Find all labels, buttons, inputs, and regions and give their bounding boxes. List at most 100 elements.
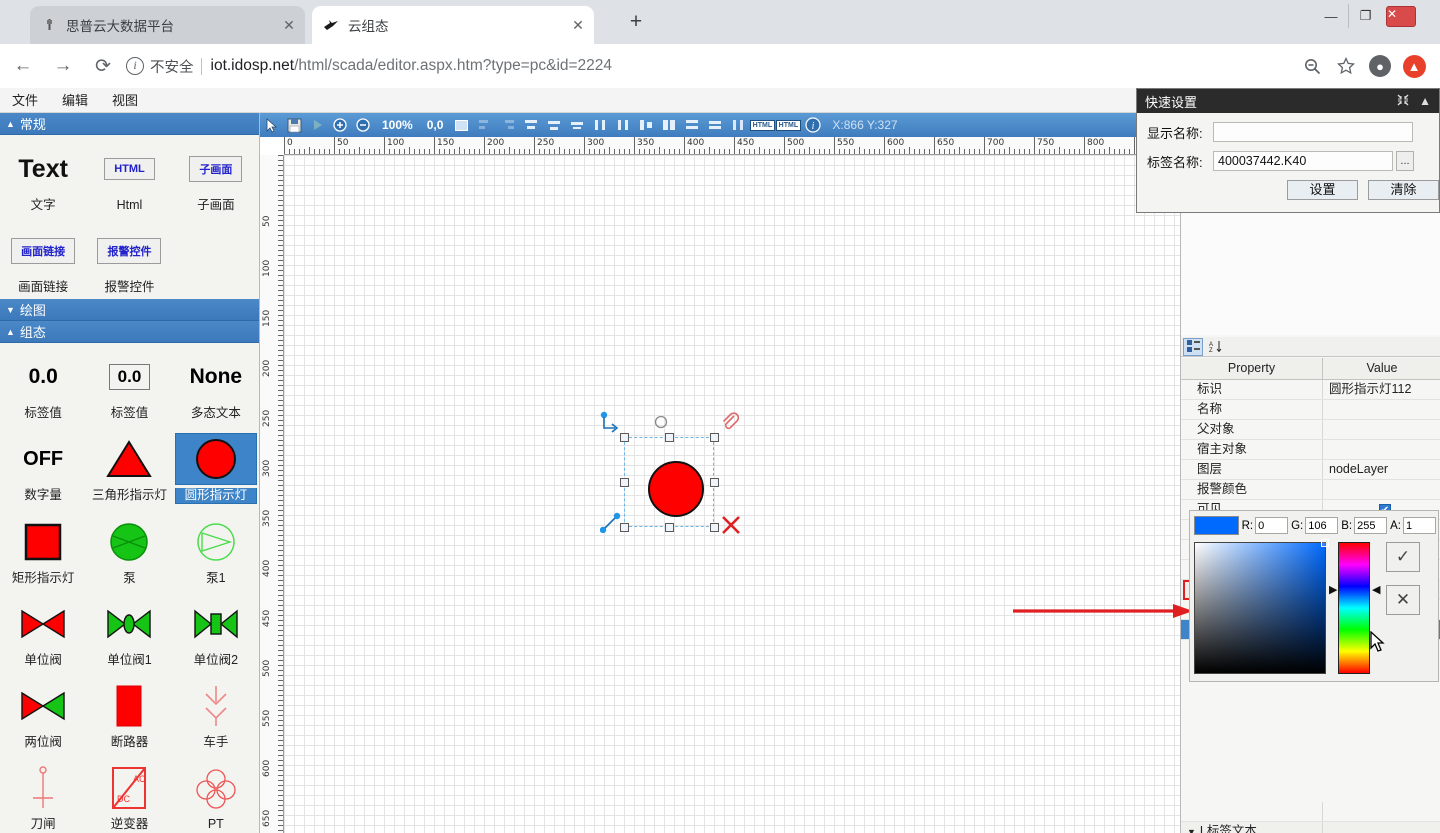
palette-item-pump[interactable]: 泵	[86, 508, 172, 590]
palette-item-two-pos-valve[interactable]: 两位阀	[0, 672, 86, 754]
menu-item-file[interactable]: 文件	[0, 88, 50, 113]
palette-item-text[interactable]: Text 文字	[0, 135, 86, 217]
zoom-out-tool[interactable]	[352, 114, 375, 136]
categorized-sort-icon[interactable]	[1183, 338, 1203, 356]
palette-item-inverter[interactable]: ACDC 逆变器	[86, 754, 172, 833]
clear-button[interactable]: 清除	[1368, 180, 1439, 200]
new-tab-button[interactable]: +	[622, 9, 650, 37]
property-value[interactable]	[1323, 440, 1440, 459]
html-import-icon[interactable]: HTML	[749, 114, 775, 136]
palette-item-screen-link[interactable]: 画面链接 画面链接	[0, 217, 86, 299]
group-tool[interactable]	[680, 114, 703, 136]
menu-item-edit[interactable]: 编辑	[50, 88, 100, 113]
palette-item-valve[interactable]: 单位阀	[0, 590, 86, 672]
html-export-icon[interactable]: HTML	[775, 114, 801, 136]
property-value[interactable]: nodeLayer	[1323, 460, 1440, 479]
saturation-value-field[interactable]	[1194, 542, 1326, 674]
window-close-button[interactable]: ✕	[1386, 6, 1416, 27]
site-info-icon[interactable]: i	[126, 57, 144, 75]
channel-g[interactable]: G:	[1291, 517, 1338, 534]
palette-item-tag-value[interactable]: 0.0 标签值	[0, 343, 86, 425]
color-picker-cancel-button[interactable]: ✕	[1386, 585, 1420, 615]
display-name-input[interactable]	[1213, 122, 1413, 142]
align-left-tool[interactable]	[473, 114, 496, 136]
palette-item-html[interactable]: HTML Html	[86, 135, 172, 217]
window-restore-button[interactable]: ❐	[1348, 4, 1382, 28]
palette-item-subscreen[interactable]: 子画面 子画面	[173, 135, 259, 217]
palette-item-alarm-widget[interactable]: 报警控件 报警控件	[86, 217, 172, 299]
save-tool[interactable]	[283, 114, 306, 136]
menu-item-view[interactable]: 视图	[100, 88, 150, 113]
distribute-v-tool[interactable]	[611, 114, 634, 136]
zoom-out-icon[interactable]	[1296, 50, 1328, 82]
resize-handle-s[interactable]	[665, 523, 674, 532]
property-value[interactable]	[1323, 400, 1440, 419]
bookmark-star-icon[interactable]	[1330, 50, 1362, 82]
palette-item-multistate-text[interactable]: None 多态文本	[173, 343, 259, 425]
attachment-clip-icon[interactable]	[721, 411, 739, 436]
resize-handle-w[interactable]	[620, 478, 629, 487]
set-button[interactable]: 设置	[1287, 180, 1358, 200]
property-group-label-text[interactable]: ▼L标签文本	[1181, 822, 1440, 833]
browser-tab-2[interactable]: 云组态 ✕	[312, 6, 594, 44]
align-right-tool[interactable]	[496, 114, 519, 136]
alphabetical-sort-icon[interactable]: AZ	[1205, 338, 1225, 356]
property-row-name[interactable]: 名称	[1181, 400, 1440, 420]
align-middle-tool[interactable]	[565, 114, 588, 136]
channel-b-input[interactable]	[1354, 517, 1387, 534]
property-value[interactable]	[1323, 480, 1440, 499]
forward-icon[interactable]: →	[46, 49, 80, 83]
palette-section-header-drawing[interactable]: ▼ 绘图	[0, 299, 259, 321]
resize-handle-se[interactable]	[710, 523, 719, 532]
collapse-icon[interactable]	[1397, 94, 1409, 109]
tag-name-input[interactable]	[1213, 151, 1393, 171]
quick-settings-dialog[interactable]: 快速设置 ▲ 显示名称: 标签名称: ... 设置 清除	[1136, 88, 1440, 213]
palette-section-header-scada[interactable]: ▲ 组态	[0, 321, 259, 343]
palette-item-disconnector[interactable]: 刀闸	[0, 754, 86, 833]
info-icon[interactable]: i	[801, 114, 824, 136]
hue-slider[interactable]	[1338, 542, 1370, 674]
property-row-alarm-color[interactable]: 报警颜色	[1181, 480, 1440, 500]
chevron-up-icon-qs[interactable]: ▲	[1419, 94, 1431, 108]
window-minimize-button[interactable]: —	[1314, 4, 1348, 28]
channel-g-input[interactable]	[1305, 517, 1338, 534]
reload-icon[interactable]: ⟳	[86, 49, 120, 83]
palette-item-valve1[interactable]: 单位阀1	[86, 590, 172, 672]
palette-item-digital[interactable]: OFF 数字量	[0, 425, 86, 508]
palette-item-rect-indicator[interactable]: 矩形指示灯	[0, 508, 86, 590]
palette-item-handcart[interactable]: 车手	[173, 672, 259, 754]
circle-indicator-node[interactable]	[648, 461, 704, 517]
quick-settings-titlebar[interactable]: 快速设置 ▲	[1137, 89, 1439, 113]
zoom-in-tool[interactable]	[329, 114, 352, 136]
back-icon[interactable]: ←	[6, 49, 40, 83]
extension-icon[interactable]: ▲	[1398, 50, 1430, 82]
resize-handle-e[interactable]	[710, 478, 719, 487]
browser-tab-1[interactable]: 思普云大数据平台 ✕	[30, 6, 305, 44]
channel-r[interactable]: R:	[1242, 517, 1289, 534]
property-row-host[interactable]: 宿主对象	[1181, 440, 1440, 460]
palette-item-tag-value-box[interactable]: 0.0 标签值	[86, 343, 172, 425]
link-anchor-icon[interactable]	[600, 411, 622, 440]
ungroup-tool[interactable]	[703, 114, 726, 136]
browser-tab-1-close-icon[interactable]: ✕	[281, 17, 297, 33]
palette-item-triangle-indicator[interactable]: 三角形指示灯	[86, 425, 172, 508]
resize-handle-n[interactable]	[665, 433, 674, 442]
profile-avatar-icon[interactable]: ●	[1364, 50, 1396, 82]
address-bar[interactable]: i 不安全 iot.idosp.net/html/scada/editor.as…	[126, 50, 1288, 82]
resize-handle-ne[interactable]	[710, 433, 719, 442]
property-value[interactable]	[1323, 802, 1440, 821]
channel-a-input[interactable]	[1403, 517, 1436, 534]
tag-browse-button[interactable]: ...	[1396, 151, 1414, 171]
palette-item-pump1[interactable]: 泵1	[173, 508, 259, 590]
sv-cursor-icon[interactable]	[1321, 539, 1329, 547]
align-center-tool[interactable]	[519, 114, 542, 136]
fit-screen-tool[interactable]	[450, 114, 473, 136]
same-height-tool[interactable]	[657, 114, 680, 136]
property-row-identifier[interactable]: 标识 圆形指示灯112	[1181, 380, 1440, 400]
run-tool[interactable]	[306, 114, 329, 136]
align-top-tool[interactable]	[542, 114, 565, 136]
palette-item-circle-indicator[interactable]: 圆形指示灯	[173, 425, 259, 508]
design-canvas[interactable]	[284, 155, 1180, 833]
color-picker-ok-button[interactable]: ✓	[1386, 542, 1420, 572]
property-value[interactable]: 圆形指示灯112	[1323, 380, 1440, 399]
